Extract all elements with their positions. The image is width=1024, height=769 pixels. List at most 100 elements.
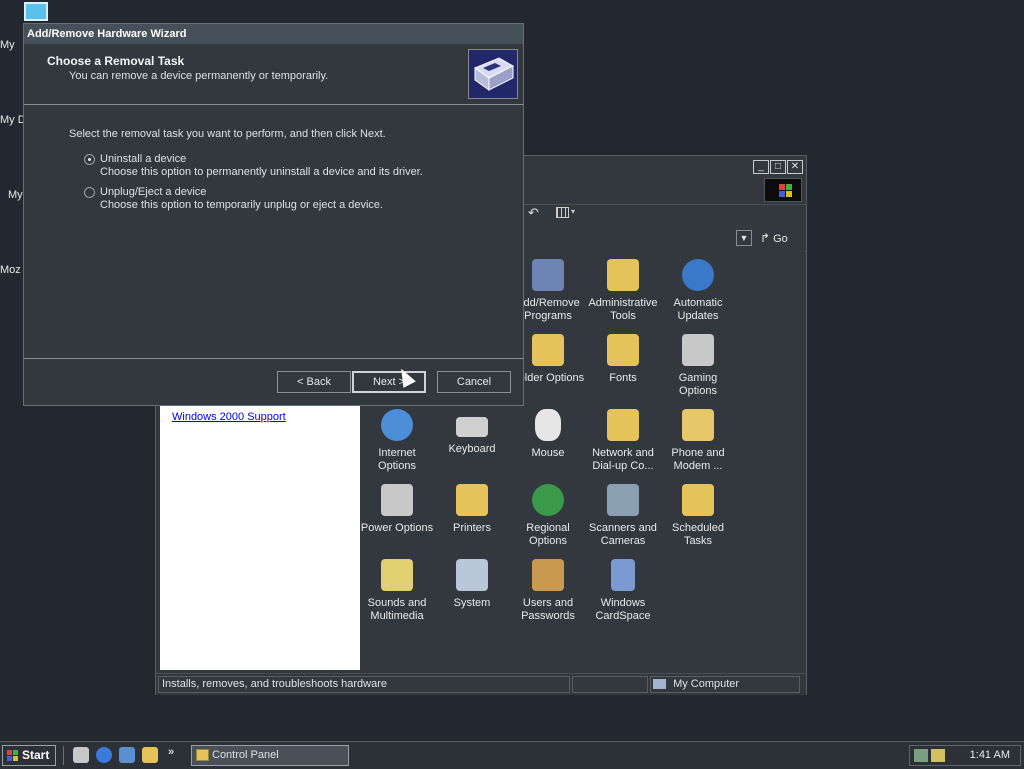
status-zone-label: My Computer [673, 678, 740, 690]
folder-options-icon [532, 334, 564, 366]
cp-item-label: Sounds and Multimedia [367, 597, 427, 622]
cp-item-label: Power Options [360, 522, 434, 534]
back-button[interactable]: < Back [277, 371, 351, 393]
wizard-subheading: You can remove a device permanently or t… [69, 70, 329, 82]
status-zone: My Computer [650, 676, 800, 693]
internet-explorer-icon[interactable] [96, 747, 112, 763]
cp-item-label: Phone and Modem ... [671, 447, 725, 472]
my-computer-icon [653, 679, 666, 690]
go-arrow-icon: ↱ [760, 231, 771, 245]
cp-item-label: Gaming Options [678, 372, 718, 397]
cp-item-fonts[interactable]: Fonts [584, 334, 662, 385]
cp-item-regional-options[interactable]: Regional Options [509, 484, 587, 548]
quick-launch-separator [63, 746, 66, 765]
cp-item-scanners-cameras[interactable]: Scanners and Cameras [584, 484, 662, 548]
cp-item-power-options[interactable]: Power Options [358, 484, 436, 535]
cp-item-label: Keyboard [448, 443, 496, 455]
desktop-icon-mozilla[interactable]: Moz [0, 264, 24, 276]
taskbar-task-label: Control Panel [212, 749, 279, 761]
power-plug-icon [381, 484, 413, 516]
cp-item-printers[interactable]: Printers [433, 484, 511, 535]
maximize-button[interactable]: □ [770, 160, 786, 174]
desktop-icon-top[interactable] [24, 2, 48, 21]
option-uninstall-device[interactable]: Uninstall a device Choose this option to… [84, 153, 424, 183]
cp-item-users-passwords[interactable]: Users and Passwords [509, 559, 587, 623]
cp-item-phone-modem[interactable]: Phone and Modem ... [659, 409, 737, 473]
uninstall-radio[interactable] [84, 154, 95, 165]
cp-item-label: Mouse [531, 447, 565, 459]
windows-logo-icon [764, 178, 802, 202]
desktop-icon-my-documents[interactable]: My D [0, 114, 24, 126]
undo-icon[interactable]: ↶ [528, 206, 542, 220]
left-info-pane: Windows 2000 Support [160, 396, 360, 670]
network-tray-icon[interactable] [914, 749, 928, 762]
views-button[interactable]: ▾ [556, 207, 578, 220]
close-button[interactable]: ✕ [787, 160, 803, 174]
unplug-description: Choose this option to temporarily unplug… [100, 199, 384, 211]
outlook-express-icon[interactable] [119, 747, 135, 763]
taskbar-clock[interactable]: 1:41 AM [970, 746, 1010, 765]
add-remove-hardware-wizard: Add/Remove Hardware Wizard Choose a Remo… [23, 23, 524, 406]
cp-item-label: Administrative Tools [588, 297, 658, 322]
cp-item-label: Add/Remove Programs [516, 297, 580, 322]
quick-launch-overflow-icon[interactable]: » [168, 746, 174, 758]
go-button[interactable]: ↱ Go [760, 230, 788, 246]
control-panel-task-icon [196, 749, 209, 761]
add-remove-programs-icon [532, 259, 564, 291]
cp-item-label: Automatic Updates [673, 297, 723, 322]
cp-item-mouse[interactable]: Mouse [509, 409, 587, 460]
desktop-icon-my-computer[interactable]: My [0, 39, 24, 51]
fonts-folder-icon [607, 334, 639, 366]
system-tray: 1:41 AM [909, 745, 1021, 766]
cp-item-label: Regional Options [526, 522, 570, 547]
phone-icon [682, 409, 714, 441]
cp-item-label: Network and Dial-up Co... [592, 447, 654, 472]
wizard-separator [24, 358, 523, 359]
minimize-button[interactable]: _ [753, 160, 769, 174]
volume-tray-icon[interactable] [931, 749, 945, 762]
cp-item-administrative-tools[interactable]: Administrative Tools [584, 259, 662, 323]
keyboard-icon [456, 417, 488, 437]
cp-item-windows-cardspace[interactable]: Windows CardSpace [584, 559, 662, 623]
hardware-card-icon [468, 49, 518, 99]
cp-item-system[interactable]: System [433, 559, 511, 610]
cp-item-label: System [453, 597, 491, 609]
windows-update-globe-icon [682, 259, 714, 291]
views-grid-icon [556, 207, 569, 218]
admin-tools-folder-icon [607, 259, 639, 291]
wizard-title-bar[interactable]: Add/Remove Hardware Wizard [24, 24, 523, 44]
computer-icon [456, 559, 488, 591]
next-button[interactable]: Next > [352, 371, 426, 393]
uninstall-label: Uninstall a device [100, 153, 187, 165]
windows-flag-icon [7, 750, 19, 761]
speaker-icon [381, 559, 413, 591]
cp-item-scheduled-tasks[interactable]: Scheduled Tasks [659, 484, 737, 548]
taskbar: Start » Control Panel 1:41 AM [0, 741, 1024, 769]
cp-item-label: Windows CardSpace [595, 597, 651, 622]
scanner-icon [607, 484, 639, 516]
cancel-button[interactable]: Cancel [437, 371, 511, 393]
cp-item-gaming-options[interactable]: Gaming Options [659, 334, 737, 398]
status-middle [572, 676, 648, 693]
cp-item-internet-options[interactable]: Internet Options [358, 409, 436, 473]
cp-item-network-dialup[interactable]: Network and Dial-up Co... [584, 409, 662, 473]
option-unplug-eject-device[interactable]: Unplug/Eject a device Choose this option… [84, 186, 424, 216]
start-label: Start [22, 748, 50, 762]
cp-item-sounds-multimedia[interactable]: Sounds and Multimedia [358, 559, 436, 623]
windows-2000-support-link[interactable]: Windows 2000 Support [172, 411, 286, 423]
address-dropdown-button[interactable]: ▼ [736, 230, 752, 246]
uninstall-description: Choose this option to permanently uninst… [100, 166, 423, 178]
taskbar-task-control-panel[interactable]: Control Panel [191, 745, 349, 766]
show-desktop-icon[interactable] [73, 747, 89, 763]
chevron-down-icon: ▾ [571, 207, 576, 216]
cardspace-icon [611, 559, 635, 591]
start-button[interactable]: Start [2, 745, 56, 766]
unplug-radio[interactable] [84, 187, 95, 198]
go-label: Go [773, 233, 788, 245]
wizard-instruction: Select the removal task you want to perf… [69, 128, 386, 140]
cp-item-label: Internet Options [378, 447, 416, 472]
windows-explorer-icon[interactable] [142, 747, 158, 763]
cp-item-automatic-updates[interactable]: Automatic Updates [659, 259, 737, 323]
cp-item-label: Scheduled Tasks [672, 522, 724, 547]
cp-item-keyboard[interactable]: Keyboard [433, 409, 511, 456]
